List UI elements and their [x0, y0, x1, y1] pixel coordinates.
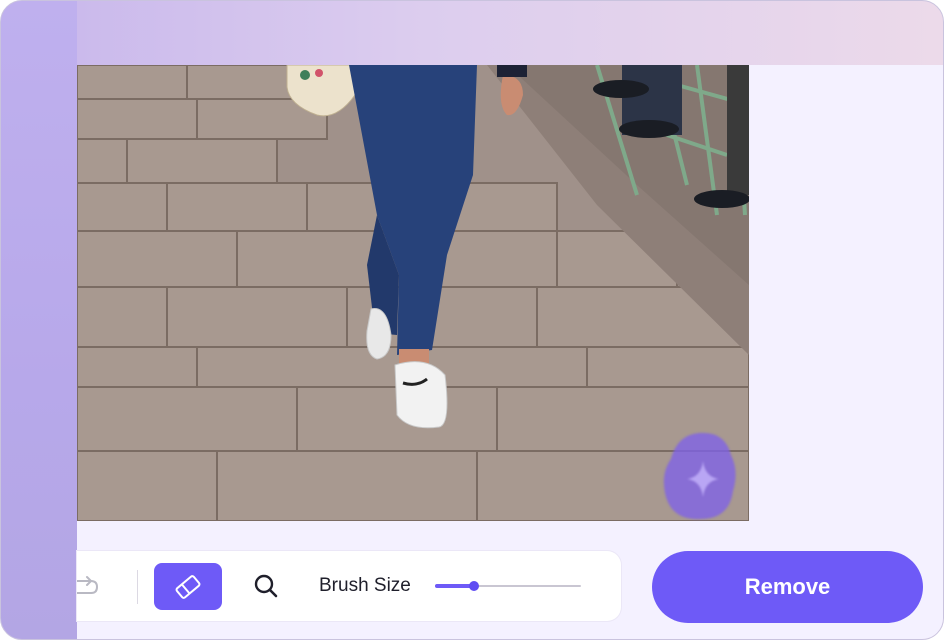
eraser-tool-button[interactable]: [154, 563, 222, 610]
redo-icon: [76, 576, 99, 594]
eraser-icon: [175, 574, 201, 599]
zoom-button[interactable]: [253, 573, 279, 599]
left-sidebar-strip: [1, 1, 77, 639]
brush-stroke-mark: [663, 432, 736, 520]
photo-image: [77, 65, 749, 521]
remove-button[interactable]: Remove: [652, 551, 923, 623]
brush-size-slider[interactable]: [435, 576, 581, 596]
photo-canvas[interactable]: [77, 65, 749, 521]
editor-toolbar: Brush Size: [76, 551, 621, 621]
search-icon: [254, 574, 278, 598]
redo-button[interactable]: [76, 573, 99, 599]
editor-window: Brush Size Remove: [0, 0, 944, 640]
slider-thumb[interactable]: [469, 581, 479, 591]
toolbar-divider: [137, 570, 138, 604]
brush-size-label: Brush Size: [319, 575, 411, 596]
